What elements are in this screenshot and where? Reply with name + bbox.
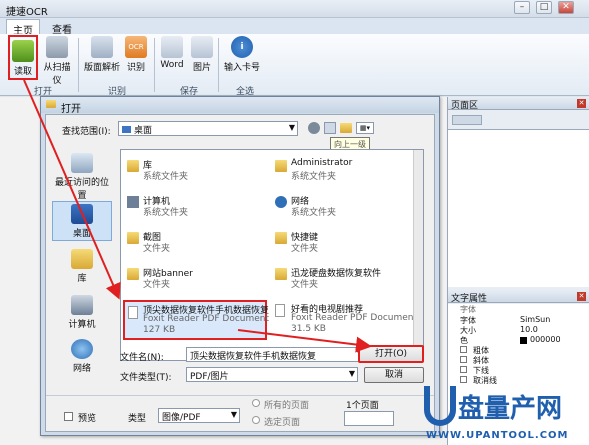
watermark: 盘量产网 WWW.UPANTOOL.COM (424, 386, 584, 444)
arrow-to-file (23, 79, 121, 300)
annotation-arrows (23, 79, 372, 353)
u-logo-icon (424, 386, 456, 426)
watermark-url: WWW.UPANTOOL.COM (426, 430, 569, 441)
watermark-text: 盘量产网 (458, 394, 563, 424)
arrow-to-open (237, 329, 372, 353)
